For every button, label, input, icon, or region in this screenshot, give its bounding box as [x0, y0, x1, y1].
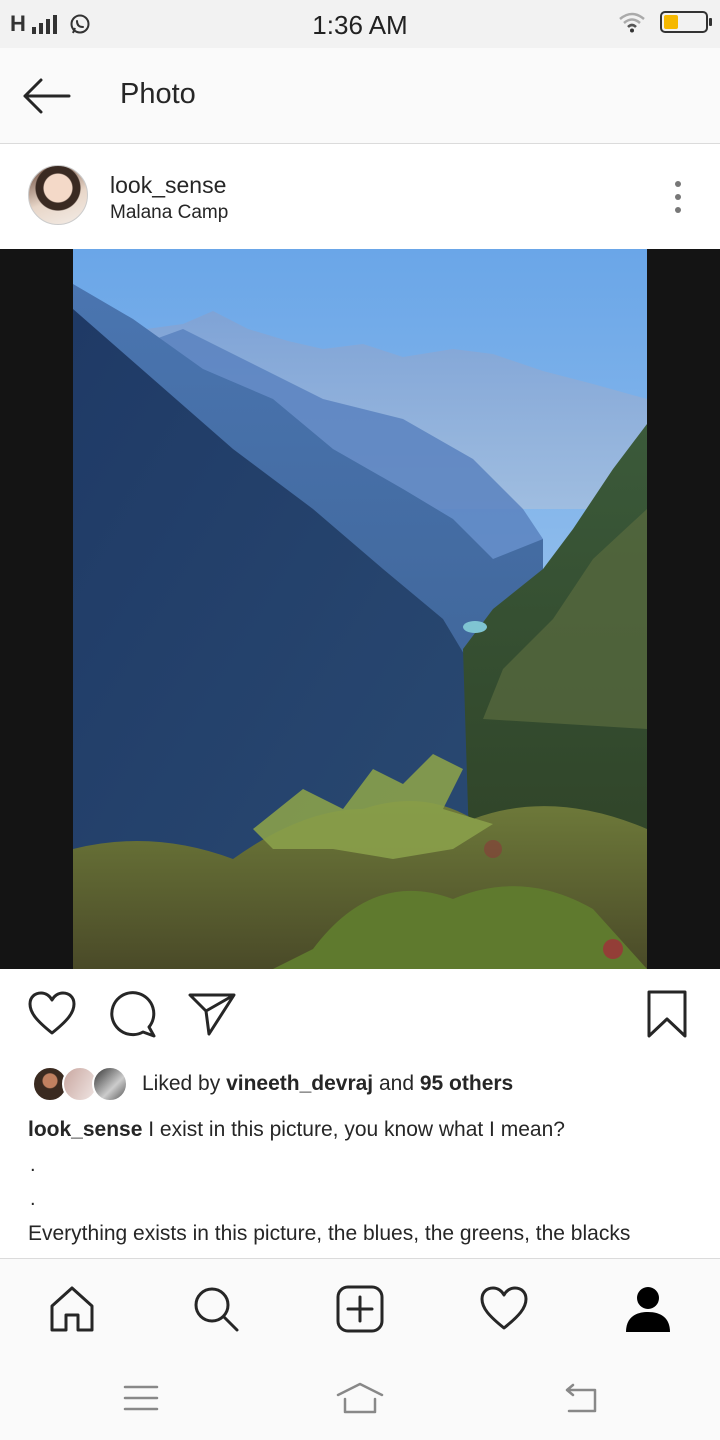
menu-icon: [123, 1385, 159, 1411]
caption-dot: .: [30, 1188, 36, 1210]
bottom-nav: [0, 1258, 720, 1356]
caption-dot: .: [30, 1154, 36, 1176]
activity-heart-icon: [480, 1286, 528, 1330]
home-icon: [50, 1286, 94, 1332]
nav-add-post-button[interactable]: [330, 1279, 390, 1339]
page-title: Photo: [120, 78, 196, 110]
heart-icon: [28, 991, 76, 1035]
likes-count[interactable]: 95 others: [420, 1072, 513, 1095]
sys-menu-button[interactable]: [116, 1378, 166, 1418]
liker-username[interactable]: vineeth_devraj: [226, 1072, 373, 1095]
status-right: [618, 11, 712, 33]
bookmark-icon: [647, 990, 687, 1038]
post-actions: [0, 970, 720, 1060]
share-icon: [188, 993, 236, 1036]
avatar[interactable]: [28, 165, 88, 225]
comment-icon: [110, 991, 156, 1038]
nav-home-button[interactable]: [42, 1279, 102, 1339]
post-header: look_sense Malana Camp: [0, 145, 720, 249]
sys-back-button[interactable]: [554, 1378, 604, 1418]
nav-profile-button[interactable]: [618, 1279, 678, 1339]
likes-row[interactable]: Liked by vineeth_devraj and 95 others: [32, 1064, 513, 1104]
caption-line: Everything exists in this picture, the b…: [28, 1222, 631, 1245]
post-location[interactable]: Malana Camp: [110, 202, 228, 224]
wifi-icon: [618, 11, 646, 33]
caption-username[interactable]: look_sense: [28, 1118, 142, 1141]
battery-level: [664, 15, 678, 29]
clock: 1:36 AM: [312, 10, 408, 40]
add-post-icon: [336, 1285, 384, 1333]
post-caption: look_sense I exist in this picture, you …: [28, 1118, 698, 1142]
more-options-button[interactable]: [666, 177, 690, 217]
sys-home-button[interactable]: [335, 1378, 385, 1418]
more-vertical-icon: [675, 181, 681, 187]
bookmark-button[interactable]: [641, 988, 693, 1040]
like-button[interactable]: [26, 988, 78, 1040]
share-button[interactable]: [186, 988, 238, 1040]
status-bar: H 1:36 AM: [0, 0, 720, 48]
caption-text: I exist in this picture, you know what I…: [142, 1118, 565, 1141]
back-icon: [565, 1383, 597, 1413]
nav-activity-button[interactable]: [474, 1279, 534, 1339]
battery-icon: [660, 11, 712, 33]
comment-button[interactable]: [106, 988, 158, 1040]
nav-search-button[interactable]: [186, 1279, 246, 1339]
avatar: [92, 1066, 128, 1102]
liker-avatars: [32, 1064, 132, 1104]
search-icon: [194, 1287, 239, 1332]
system-nav: [0, 1356, 720, 1440]
back-button[interactable]: [18, 72, 74, 120]
photo-frame: [0, 249, 720, 969]
home-outline-icon: [336, 1382, 384, 1414]
post-photo[interactable]: [73, 249, 647, 969]
app-header: Photo: [0, 48, 720, 144]
likes-text: Liked by vineeth_devraj and 95 others: [142, 1072, 514, 1095]
arrow-left-icon: [23, 78, 71, 114]
post-username[interactable]: look_sense: [110, 172, 226, 199]
profile-icon: [626, 1287, 670, 1332]
